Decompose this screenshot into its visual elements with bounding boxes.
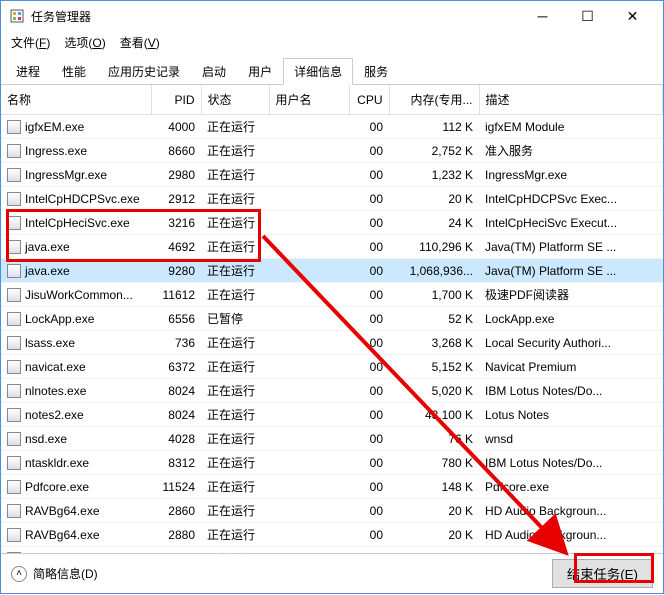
table-row[interactable]: IntelCpHeciSvc.exe3216正在运行0024 KIntelCpH… <box>1 211 663 235</box>
menu-f[interactable]: 文件(F) <box>5 32 56 53</box>
table-row[interactable]: RAVBg64.exe2880正在运行0020 KHD Audio Backgr… <box>1 523 663 547</box>
col-cpu[interactable]: CPU <box>349 85 389 115</box>
process-icon <box>7 144 21 158</box>
tab-0[interactable]: 进程 <box>5 58 51 85</box>
footer: ˄ 简略信息(D) 结束任务(E) <box>1 553 663 593</box>
tab-6[interactable]: 服务 <box>353 58 399 85</box>
process-icon <box>7 192 21 206</box>
table-row[interactable]: igfxEM.exe4000正在运行00112 KigfxEM Module <box>1 115 663 139</box>
end-task-button[interactable]: 结束任务(E) <box>552 559 653 588</box>
app-icon <box>9 8 25 24</box>
table-row[interactable]: IntelCpHDCPSvc.exe2912正在运行0020 KIntelCpH… <box>1 187 663 211</box>
minimize-button[interactable]: ─ <box>520 2 565 30</box>
process-icon <box>7 528 21 542</box>
fewer-details-label: 简略信息(D) <box>33 565 98 582</box>
tab-4[interactable]: 用户 <box>237 58 283 85</box>
tab-1[interactable]: 性能 <box>51 58 97 85</box>
table-row[interactable]: Pdfcore.exe11524正在运行00148 KPdfcore.exe <box>1 475 663 499</box>
table-row[interactable]: nlnotes.exe8024正在运行005,020 KIBM Lotus No… <box>1 379 663 403</box>
tab-3[interactable]: 启动 <box>191 58 237 85</box>
col-status[interactable]: 状态 <box>201 85 269 115</box>
table-row[interactable]: LockApp.exe6556已暂停0052 KLockApp.exe <box>1 307 663 331</box>
table-row[interactable]: nsd.exe4028正在运行0076 Kwnsd <box>1 427 663 451</box>
table-row[interactable]: java.exe4692正在运行00110,296 KJava(TM) Plat… <box>1 235 663 259</box>
process-icon <box>7 456 21 470</box>
process-table[interactable]: 名称 PID 状态 用户名 CPU 内存(专用... 描述 igfxEM.exe… <box>1 85 663 553</box>
table-row[interactable]: JisuWorkCommon...11612正在运行001,700 K极速PDF… <box>1 283 663 307</box>
process-icon <box>7 312 21 326</box>
process-icon <box>7 240 21 254</box>
maximize-button[interactable]: ☐ <box>565 2 610 30</box>
process-icon <box>7 288 21 302</box>
process-icon <box>7 480 21 494</box>
process-icon <box>7 432 21 446</box>
table-row[interactable]: notes2.exe8024正在运行0043,100 KLotus Notes <box>1 403 663 427</box>
menu-v[interactable]: 查看(V) <box>114 32 166 53</box>
process-icon <box>7 168 21 182</box>
tab-2[interactable]: 应用历史记录 <box>97 58 191 85</box>
table-row[interactable]: IngressMgr.exe2980正在运行001,232 KIngressMg… <box>1 163 663 187</box>
process-icon <box>7 504 21 518</box>
menu-o[interactable]: 选项(O) <box>58 32 111 53</box>
process-icon <box>7 120 21 134</box>
chevron-up-icon: ˄ <box>11 566 27 582</box>
table-row[interactable]: Ingress.exe8660正在运行002,752 K准入服务 <box>1 139 663 163</box>
process-icon <box>7 360 21 374</box>
window-title: 任务管理器 <box>31 8 520 25</box>
process-icon <box>7 216 21 230</box>
process-icon <box>7 336 21 350</box>
menubar: 文件(F)选项(O)查看(V) <box>1 31 663 53</box>
process-icon <box>7 408 21 422</box>
col-name[interactable]: 名称 <box>1 85 151 115</box>
tab-5[interactable]: 详细信息 <box>283 58 353 85</box>
table-row[interactable]: java.exe9280正在运行001,068,936...Java(TM) P… <box>1 259 663 283</box>
table-row[interactable]: RAVBg64.exe2860正在运行0020 KHD Audio Backgr… <box>1 499 663 523</box>
table-row[interactable]: lsass.exe736正在运行003,268 KLocal Security … <box>1 331 663 355</box>
table-row[interactable]: ntaskldr.exe8312正在运行00780 KIBM Lotus Not… <box>1 451 663 475</box>
table-row[interactable]: navicat.exe6372正在运行005,152 KNavicat Prem… <box>1 355 663 379</box>
close-button[interactable]: ✕ <box>610 2 655 30</box>
process-icon <box>7 384 21 398</box>
tab-strip: 进程性能应用历史记录启动用户详细信息服务 <box>1 53 663 85</box>
titlebar: 任务管理器 ─ ☐ ✕ <box>1 1 663 31</box>
col-desc[interactable]: 描述 <box>479 85 663 115</box>
process-icon <box>7 264 21 278</box>
col-pid[interactable]: PID <box>151 85 201 115</box>
col-mem[interactable]: 内存(专用... <box>389 85 479 115</box>
col-user[interactable]: 用户名 <box>269 85 349 115</box>
fewer-details-button[interactable]: ˄ 简略信息(D) <box>11 565 98 582</box>
